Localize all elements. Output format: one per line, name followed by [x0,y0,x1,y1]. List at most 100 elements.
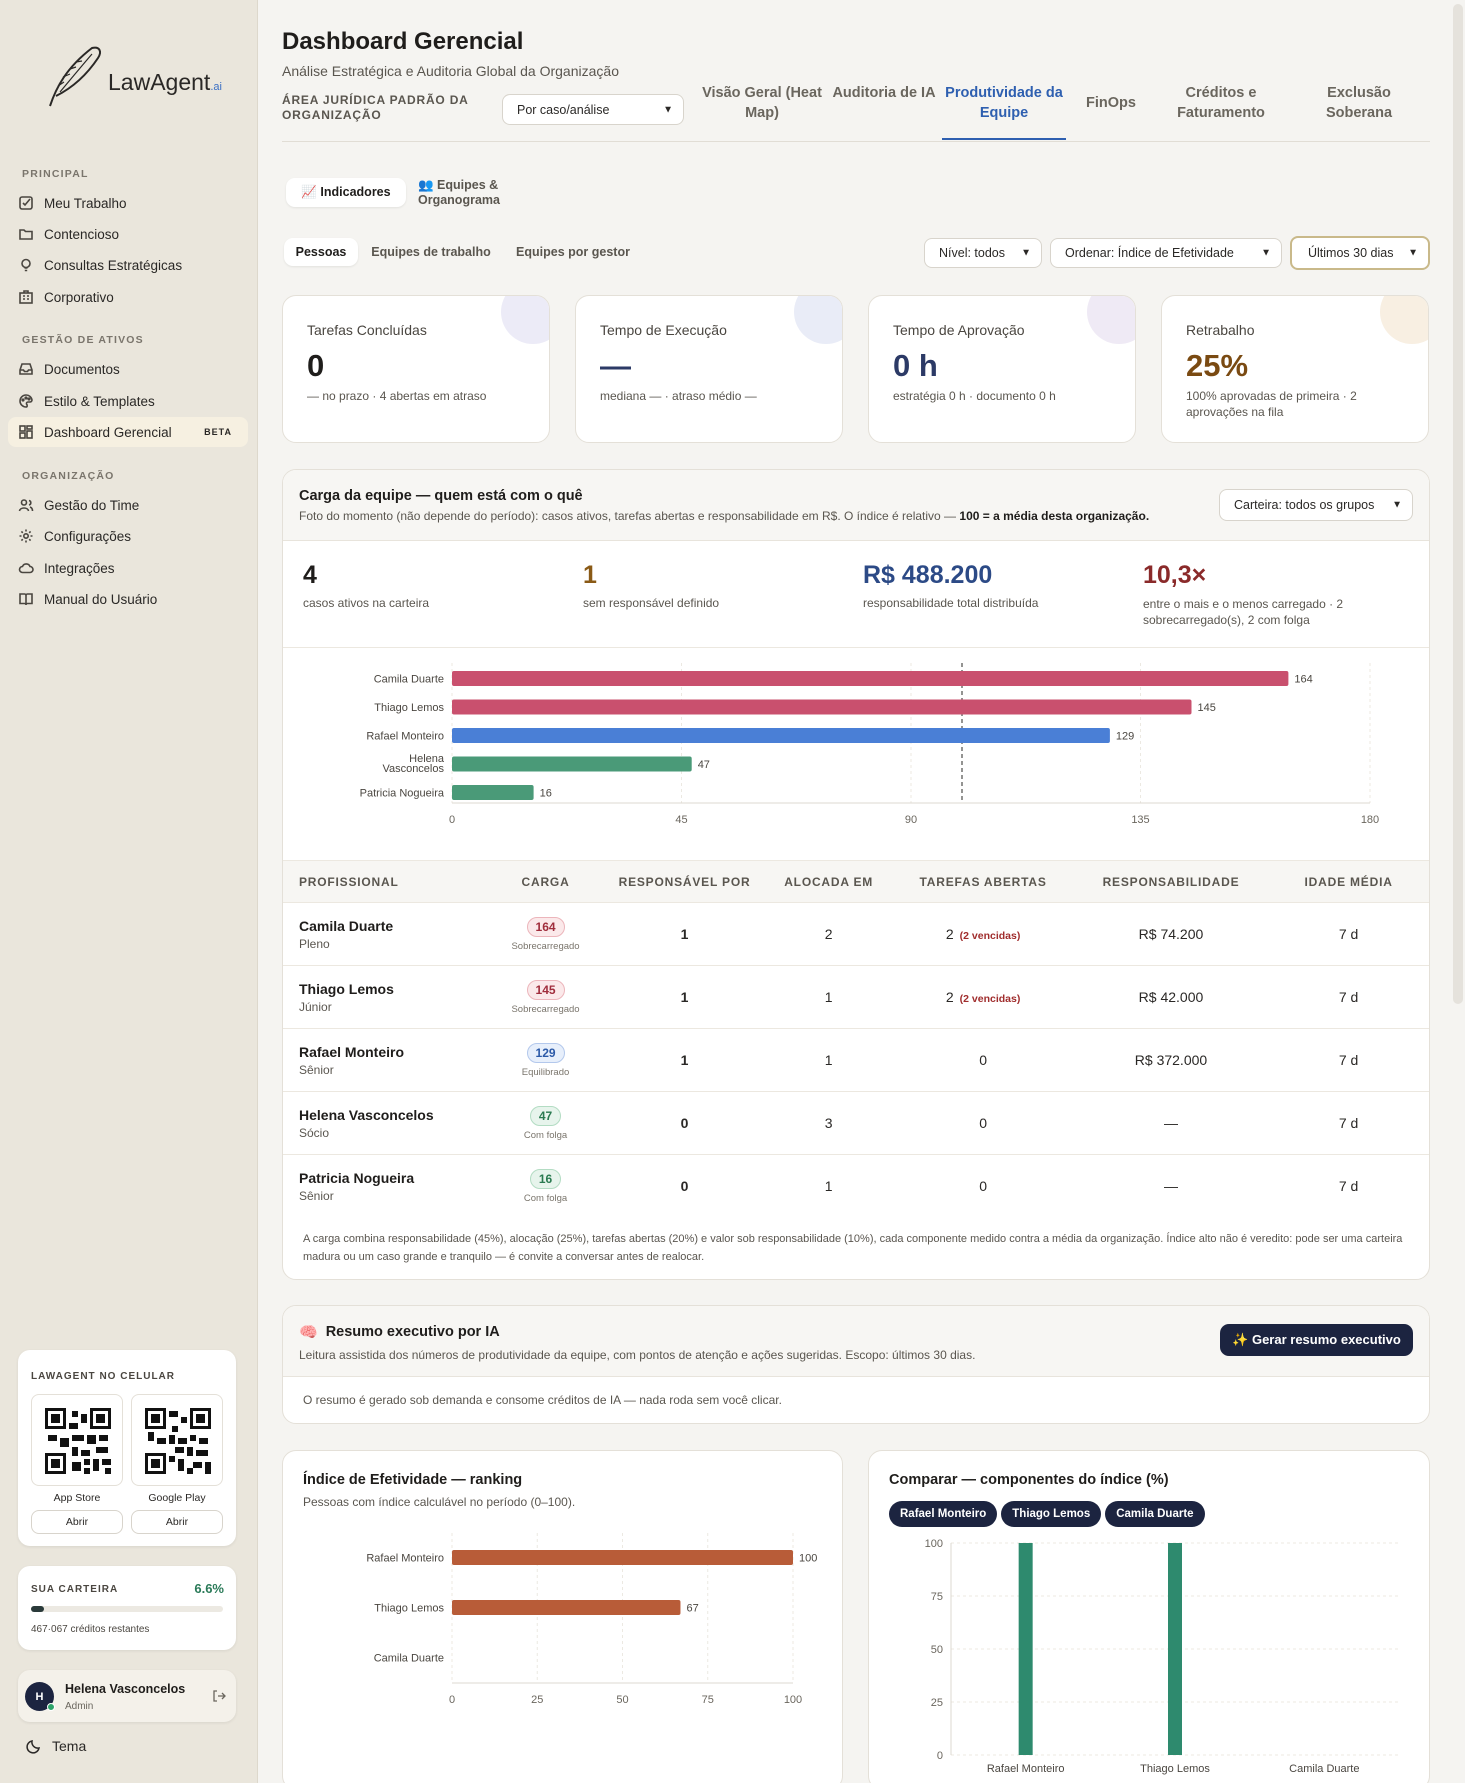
logo[interactable]: LawAgent.ai [42,42,222,108]
level-select[interactable]: Nível: todos ▼ [924,238,1042,268]
kpi-value: 0 [307,348,325,383]
table-row[interactable]: Thiago Lemos Júnior 145 Sobrecarregado 1 1 2 (2… [283,965,1429,1029]
logout-icon[interactable] [212,1689,226,1703]
ai-summary-note: O resumo é gerado sob demanda e consome … [303,1393,782,1407]
y-tick-label: Camila Duarte [374,674,444,686]
sidebar-item-documentos[interactable]: Documentos [8,354,248,384]
qr-code-icon [45,1408,111,1474]
kpi-title: Tempo de Aprovação [893,322,1025,338]
page-title: Dashboard Gerencial [282,28,524,55]
filter-equipes-gestor[interactable]: Equipes por gestor [508,238,638,266]
tab-finops[interactable]: FinOps [1076,93,1146,113]
stat-casos-ativos: 4 casos ativos na carteira [303,561,429,610]
stat-label: sem responsável definido [583,596,720,610]
kpi-retrabalho: Retrabalho 25% 100% aprovadas de primeir… [1161,295,1429,443]
tab-produtividade[interactable]: Produtividade da Equipe [942,83,1066,123]
tab-exclusao[interactable]: Exclusão Soberana [1294,83,1424,123]
ai-summary-desc: Leitura assistida dos números de produti… [299,1348,976,1362]
sidebar-item-gestao-time[interactable]: Gestão do Time [8,490,248,520]
y-tick-label: 0 [937,1750,943,1762]
sidebar-item-meu-trabalho[interactable]: Meu Trabalho [8,188,248,218]
subtab-indicadores[interactable]: 📈 Indicadores [286,178,406,207]
compare-chip-rafael[interactable]: Rafael Monteiro [889,1501,998,1527]
sidebar-item-label: Corporativo [44,289,114,305]
users-icon [18,499,34,512]
table-row[interactable]: Camila Duarte Pleno 164 Sobrecarregado 1 2 2 (2… [283,902,1429,966]
compare-chip-thiago[interactable]: Thiago Lemos [1001,1501,1102,1527]
cell-idade: 7 d [1266,965,1429,1029]
sidebar-item-configuracoes[interactable]: Configurações [8,521,248,551]
sidebar-item-dashboard[interactable]: Dashboard Gerencial BETA [8,417,248,447]
google-play-open-button[interactable]: Abrir [131,1510,223,1534]
x-tick-label: 50 [616,1694,628,1706]
table-row[interactable]: Rafael Monteiro Sênior 129 Equilibrado 1 1 0 R$… [283,1028,1429,1092]
wallet-group-select[interactable]: Carteira: todos os grupos ▼ [1219,489,1413,521]
bar [452,1600,681,1615]
sidebar-item-manual[interactable]: Manual do Usuário [8,584,248,614]
row-name: Helena Vasconcelos [299,1106,434,1123]
sidebar-item-estilo[interactable]: Estilo & Templates [8,386,248,416]
cell-idade: 7 d [1266,1028,1429,1092]
data-label: 67 [686,1603,698,1615]
area-select[interactable]: Por caso/análise ▼ [502,94,684,125]
y-tick-label: Thiago Lemos [374,1603,444,1615]
sidebar-item-corporativo[interactable]: Corporativo [8,282,248,312]
cell-profissional: Rafael Monteiro Sênior [283,1028,489,1092]
generate-summary-button[interactable]: ✨ Gerar resumo executivo [1220,1324,1413,1356]
header-divider [282,141,1430,142]
dashboard-icon [19,425,33,439]
active-tab-indicator [942,138,1066,140]
chevron-down-icon: ▼ [1261,247,1271,259]
app-store-open-button[interactable]: Abrir [31,1510,123,1534]
bar [452,1550,793,1565]
wallet-progress-track [31,1606,223,1612]
col-alocada: ALOCADA EM [784,874,874,889]
compare-chip-camila[interactable]: Camila Duarte [1105,1501,1205,1527]
tab-creditos[interactable]: Créditos e Faturamento [1156,83,1286,123]
load-status: Com folga [523,1129,568,1141]
sidebar-item-consultas[interactable]: Consultas Estratégicas [8,250,248,280]
x-tick-label: 0 [449,814,455,826]
x-tick-label: Thiago Lemos [1140,1763,1210,1775]
cell-responsabilidade: R$ 42.000 [1075,965,1267,1029]
table-row[interactable]: Patricia Nogueira Sênior 16 Com folga 0 1 0—7 … [283,1154,1429,1218]
mobile-card-title: LAWAGENT NO CELULAR [31,1371,175,1382]
col-responsabilidade: RESPONSABILIDADE [1102,874,1240,889]
cell-profissional: Thiago Lemos Júnior [283,965,489,1029]
sidebar-item-contencioso[interactable]: Contencioso [8,219,248,249]
x-tick-label: Camila Duarte [1289,1763,1359,1775]
tab-auditoria-ia[interactable]: Auditoria de IA [832,83,936,103]
team-load-table: PROFISSIONAL CARGA RESPONSÁVEL POR ALOCA… [283,860,1429,1218]
overdue-note: (2 vencidas) [959,993,1021,1005]
compare-chips: Rafael Monteiro Thiago Lemos Camila Duar… [889,1501,1209,1527]
subtab-equipes[interactable]: 👥 Equipes & Organograma [418,178,582,207]
col-responsavel: RESPONSÁVEL POR [618,874,751,889]
sidebar-item-label: Meu Trabalho [44,195,127,211]
filter-equipes-trabalho[interactable]: Equipes de trabalho [366,238,496,266]
x-tick-label: 0 [449,1694,455,1706]
order-select[interactable]: Ordenar: Índice de Efetividade ▼ [1050,238,1282,268]
y-tick-label: 25 [931,1697,943,1709]
sidebar-item-integracoes[interactable]: Integrações [8,553,248,583]
team-load-title: Carga da equipe — quem está com o quê [299,488,583,504]
filter-pessoas[interactable]: Pessoas [284,238,358,266]
wallet-group-select-value: Carteira: todos os grupos [1234,498,1375,512]
kpi-decor-circle [794,296,842,344]
x-tick-label: 135 [1131,814,1149,826]
period-select-value: Últimos 30 dias [1308,246,1394,260]
tab-visao-geral[interactable]: Visão Geral (Heat Map) [694,83,830,123]
scrollbar[interactable] [1453,4,1463,1004]
user-card[interactable]: H Helena Vasconcelos Admin [18,1670,236,1722]
nav-section-gestao: GESTÃO DE ATIVOS [22,334,144,346]
table-row[interactable]: Helena Vasconcelos Sócio 47 Com folga 0 3 0—7 … [283,1091,1429,1155]
cell-responsabilidade: — [1075,1154,1267,1218]
kpi-tempo-aprovacao: Tempo de Aprovação 0 h estratégia 0 h · … [868,295,1136,443]
cell-carga: 164 Sobrecarregado [488,902,603,966]
stat-responsabilidade: R$ 488.200 responsabilidade total distri… [863,561,1038,610]
cell-responsabilidade: — [1075,1091,1267,1155]
theme-toggle[interactable]: Tema [26,1738,86,1754]
data-label: 129 [1116,731,1134,743]
period-select[interactable]: Últimos 30 dias ▼ [1290,236,1430,270]
x-tick-label: 100 [784,1694,802,1706]
cell-responsavel: 1 [602,1028,767,1092]
